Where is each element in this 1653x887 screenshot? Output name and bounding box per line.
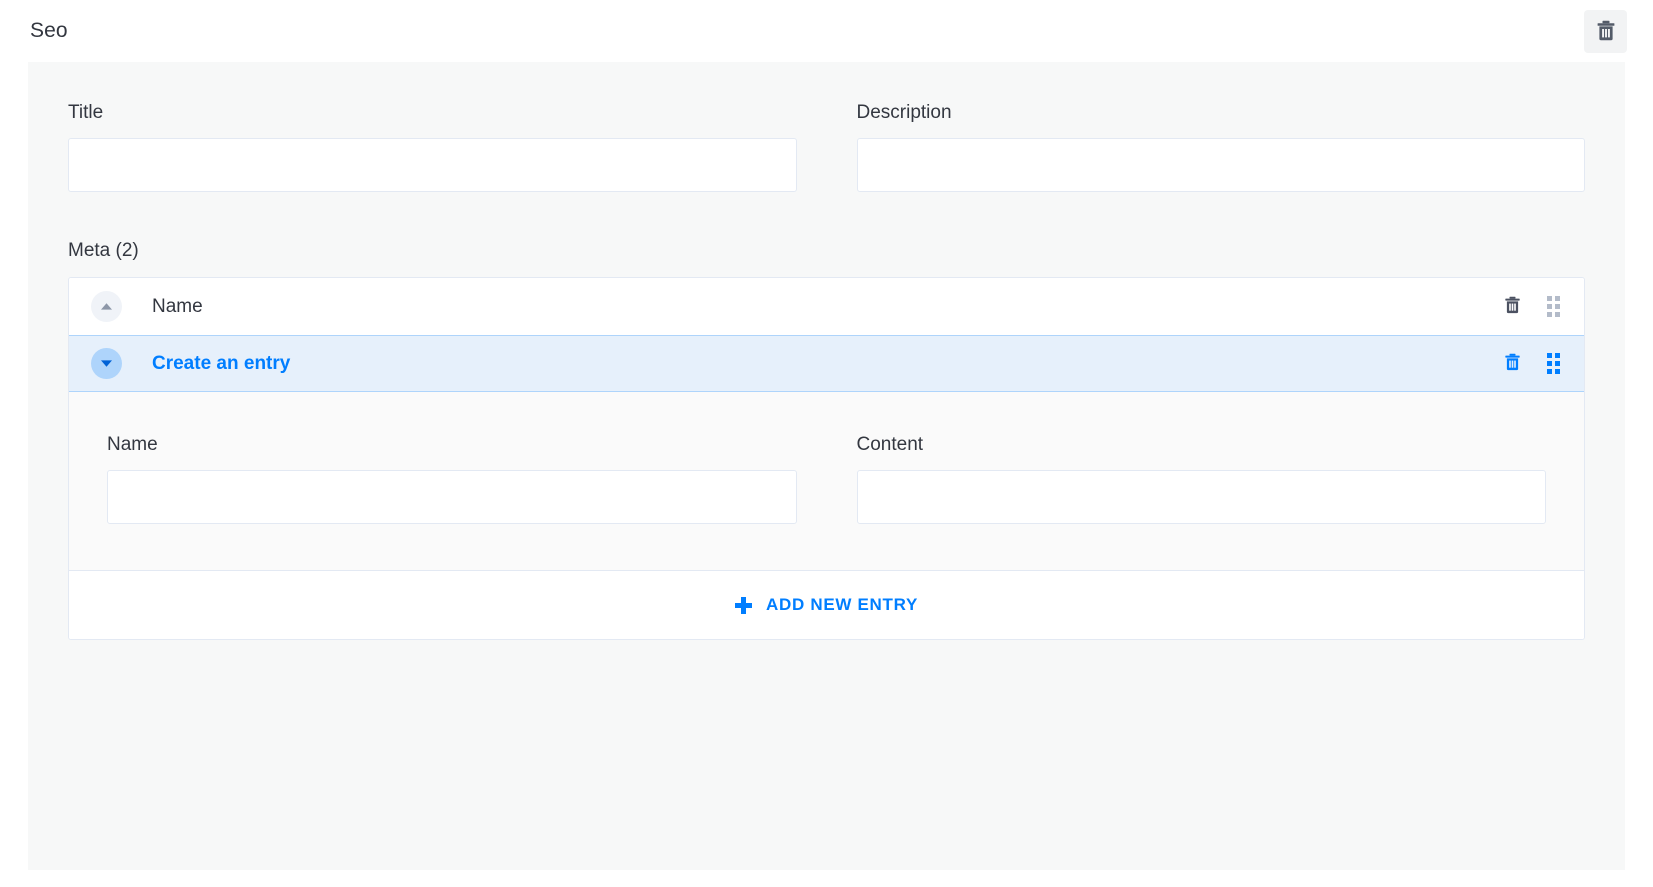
meta-entry-label-2: Create an entry xyxy=(152,353,290,375)
drag-handle-icon-2[interactable] xyxy=(1547,353,1560,374)
delete-entry-button-1[interactable] xyxy=(1504,296,1521,317)
meta-entry-row-2[interactable]: Create an entry xyxy=(69,335,1584,392)
description-input[interactable] xyxy=(857,138,1586,192)
meta-name-label: Name xyxy=(107,434,797,456)
collapse-toggle-button-2[interactable] xyxy=(91,348,122,379)
meta-entry-label-1: Name xyxy=(152,296,203,318)
meta-entry-row-1[interactable]: Name xyxy=(69,278,1584,335)
meta-name-field-group: Name xyxy=(107,434,797,524)
meta-content-input[interactable] xyxy=(857,470,1547,524)
chevron-down-icon xyxy=(100,356,113,371)
plus-icon xyxy=(735,597,752,614)
delete-component-button[interactable] xyxy=(1584,10,1627,53)
meta-label: Meta (2) xyxy=(68,240,1585,262)
top-field-row: Title Description xyxy=(68,102,1585,192)
trash-icon xyxy=(1596,20,1616,44)
meta-content-label: Content xyxy=(857,434,1547,456)
trash-icon xyxy=(1504,296,1521,317)
meta-entry-actions-2 xyxy=(1504,353,1560,374)
meta-content-field-group: Content xyxy=(857,434,1547,524)
title-field-group: Title xyxy=(68,102,797,192)
trash-icon xyxy=(1504,353,1521,374)
meta-entry-body-2: Name Content xyxy=(69,392,1584,571)
chevron-up-icon xyxy=(100,299,113,314)
meta-entry-field-row: Name Content xyxy=(107,434,1546,524)
title-input[interactable] xyxy=(68,138,797,192)
delete-entry-button-2[interactable] xyxy=(1504,353,1521,374)
drag-handle-icon-1[interactable] xyxy=(1547,296,1560,317)
component-panel: Title Description Meta (2) Name xyxy=(28,62,1625,870)
meta-entries-container: Name xyxy=(68,277,1585,640)
description-label: Description xyxy=(857,102,1586,124)
description-field-group: Description xyxy=(857,102,1586,192)
meta-entry-actions-1 xyxy=(1504,296,1560,317)
add-new-entry-button[interactable]: Add new entry xyxy=(69,571,1584,639)
meta-name-input[interactable] xyxy=(107,470,797,524)
component-header: Seo xyxy=(0,0,1653,62)
page-title: Seo xyxy=(30,19,68,43)
collapse-toggle-button-1[interactable] xyxy=(91,291,122,322)
title-label: Title xyxy=(68,102,797,124)
add-new-entry-label: Add new entry xyxy=(766,595,918,615)
meta-repeatable-section: Meta (2) Name xyxy=(68,240,1585,640)
